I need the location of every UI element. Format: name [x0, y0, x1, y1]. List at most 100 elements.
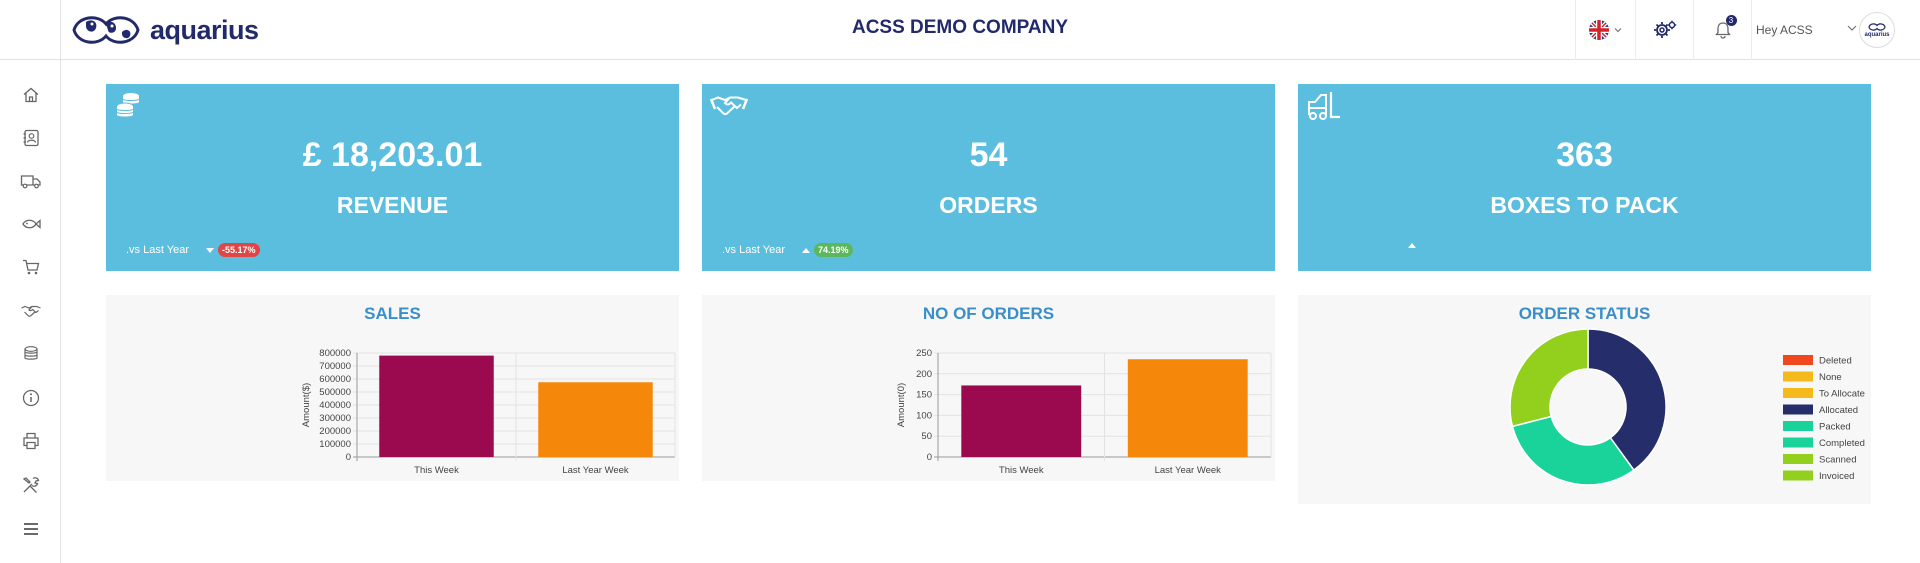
- sidebar-item-print[interactable]: [0, 426, 61, 456]
- coins-icon: [23, 346, 38, 360]
- y-tick-label: 200000: [319, 426, 351, 437]
- forklift-icon: [1308, 92, 1340, 120]
- slice-completed: [1511, 415, 1635, 486]
- x-tick-label: This Week: [999, 465, 1044, 476]
- orders-chart: 0 50 100 150 200 250 This Week Last Year Week Am…: [896, 348, 1272, 476]
- y-tick-label: 800000: [319, 348, 351, 359]
- sidebar-item-menu[interactable]: [0, 514, 61, 544]
- user-menu[interactable]: Hey ACSS aquarius: [1751, 0, 1920, 60]
- fish-logo-icon: [72, 16, 140, 44]
- revenue-label: REVENUE: [336, 192, 449, 218]
- sidebar-item-delivery[interactable]: [0, 166, 61, 196]
- sidebar: [0, 60, 61, 563]
- chevron-down-icon: [1847, 25, 1857, 31]
- y-tick-label: 300000: [319, 413, 351, 424]
- legend-swatch: [1783, 437, 1813, 448]
- orders-value: 54: [969, 136, 1008, 174]
- y-tick-label: 100: [916, 410, 932, 421]
- avatar[interactable]: aquarius: [1859, 12, 1895, 48]
- y-axis-label: Amount(0): [896, 383, 907, 427]
- language-selector[interactable]: [1575, 0, 1635, 60]
- bar-this-week: [961, 385, 1082, 457]
- x-tick-label: This Week: [414, 465, 459, 476]
- legend-label: Allocated: [1819, 405, 1858, 416]
- y-tick-label: 50: [921, 431, 932, 442]
- sales-chart: 0 100000 200000 300000 400000 500000 600000 700…: [301, 348, 676, 476]
- sidebar-item-contacts[interactable]: [0, 123, 61, 153]
- y-tick-label: 250: [916, 348, 932, 359]
- order-status-chart: Deleted None To Allocate Allocated Packed Com…: [1509, 328, 1865, 486]
- handshake-icon: [20, 305, 41, 317]
- y-tick-label: 100000: [319, 439, 351, 450]
- y-tick-label: 400000: [319, 400, 351, 411]
- settings-button[interactable]: [1635, 0, 1693, 60]
- y-tick-label: 200: [916, 369, 932, 380]
- sidebar-item-orders[interactable]: [0, 296, 61, 326]
- x-tick-label: Last Year Week: [562, 465, 629, 476]
- legend-label: Completed: [1819, 438, 1865, 449]
- revenue-comparison: .vs Last Year -55.17%: [126, 243, 260, 257]
- user-greeting: Hey ACSS: [1756, 23, 1813, 37]
- revenue-value: £ 18,203.01: [302, 136, 483, 174]
- boxes-label: BOXES TO PACK: [1490, 192, 1679, 218]
- legend-swatch: [1783, 355, 1813, 365]
- menu-icon: [23, 523, 38, 535]
- trend-up-icon: [802, 247, 810, 253]
- sidebar-item-info[interactable]: [0, 383, 61, 413]
- legend-label: Scanned: [1819, 455, 1857, 466]
- notifications-button[interactable]: 3: [1693, 0, 1751, 60]
- legend-label: To Allocate: [1819, 389, 1865, 400]
- comparison-label: .vs Last Year: [722, 244, 785, 256]
- boxes-value: 363: [1556, 136, 1613, 174]
- boxes-card: 363 BOXES TO PACK: [1298, 84, 1871, 271]
- legend-label: Invoiced: [1819, 471, 1854, 482]
- sidebar-item-home[interactable]: [0, 80, 61, 110]
- tools-icon: [22, 477, 39, 493]
- contacts-icon: [23, 129, 39, 147]
- trend-down-icon: [206, 247, 214, 253]
- legend-swatch: [1783, 371, 1813, 382]
- corner-box: [0, 0, 61, 60]
- bar-last-year-week: [538, 382, 653, 457]
- bar-last-year-week: [1127, 359, 1248, 457]
- change-badge: -55.17%: [218, 243, 260, 257]
- coins-icon: [116, 93, 140, 117]
- top-bar: aquarius ACSS DEMO COMPANY 3 Hey ACSS aq…: [0, 0, 1920, 60]
- legend-label: None: [1819, 372, 1842, 383]
- legend-label: Deleted: [1819, 356, 1852, 367]
- sidebar-item-products[interactable]: [0, 209, 61, 239]
- legend-swatch: [1783, 421, 1813, 431]
- legend-swatch: [1783, 404, 1813, 415]
- comparison-label: .vs Last Year: [126, 244, 189, 256]
- orders-chart-panel: NO OF ORDERS 0 50 100 150 200 250 This Week Las…: [702, 295, 1275, 481]
- legend-swatch: [1783, 470, 1813, 481]
- legend-label: Packed: [1819, 422, 1851, 433]
- bar-this-week: [379, 355, 494, 457]
- legend-swatch: [1783, 388, 1813, 398]
- home-icon: [23, 87, 38, 103]
- y-tick-label: 0: [346, 452, 351, 463]
- y-axis-label: Amount($): [301, 383, 312, 427]
- cart-icon: [22, 259, 39, 275]
- gears-icon: [1653, 20, 1676, 38]
- legend-swatch: [1783, 454, 1813, 464]
- y-tick-label: 600000: [319, 374, 351, 385]
- sidebar-item-shop[interactable]: [0, 252, 61, 282]
- truck-icon: [20, 175, 41, 189]
- orders-comparison: .vs Last Year 74.19%: [722, 243, 853, 257]
- fish-logo-icon: [1868, 23, 1886, 31]
- orders-label: ORDERS: [939, 192, 1038, 218]
- y-tick-label: 500000: [319, 387, 351, 398]
- chevron-down-icon: [1614, 28, 1622, 33]
- orders-card: 54 ORDERS .vs Last Year 74.19%: [702, 84, 1275, 271]
- fish-icon: [21, 219, 41, 229]
- sidebar-item-tools[interactable]: [0, 470, 61, 500]
- uk-flag-icon: [1589, 20, 1609, 40]
- slice-invoiced: [1509, 328, 1589, 428]
- y-tick-label: 150: [916, 390, 932, 401]
- sidebar-item-finance[interactable]: [0, 339, 61, 369]
- handshake-icon: [710, 96, 748, 116]
- order-status-panel: ORDER STATUS Deleted None To Allocate Alloc…: [1298, 295, 1871, 504]
- app-logo[interactable]: aquarius: [68, 8, 259, 52]
- boxes-comparison: [1318, 243, 1416, 248]
